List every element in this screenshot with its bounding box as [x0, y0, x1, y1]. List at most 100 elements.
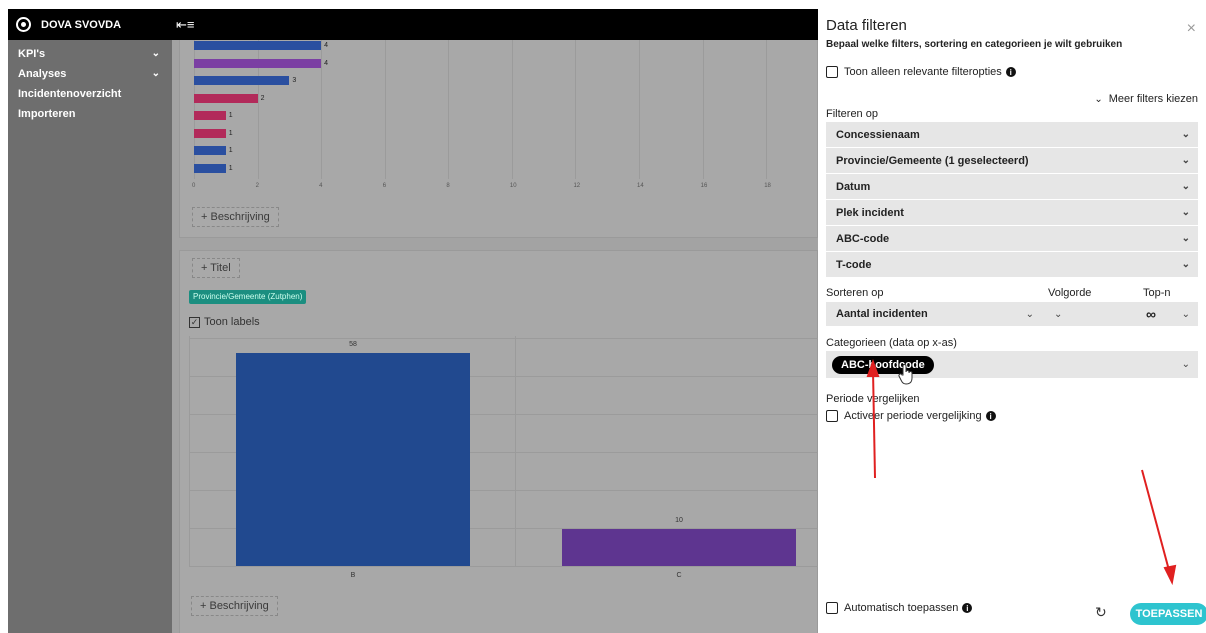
x-tick-label: 0 — [192, 183, 196, 189]
filter-label: Datum — [836, 180, 871, 193]
grid-line — [189, 566, 818, 567]
info-icon[interactable]: i — [985, 411, 996, 421]
filter-datum[interactable]: Datum ⌄ — [826, 174, 1198, 199]
sort-by-select[interactable]: Aantal incidenten ⌄ — [826, 302, 1042, 326]
filter-concessienaam[interactable]: Concessienaam ⌄ — [826, 122, 1198, 147]
show-labels-checkbox[interactable]: ✓ Toon labels — [189, 316, 260, 328]
chevron-down-icon: ⌄ — [1181, 129, 1190, 140]
filter-label: T-code — [836, 258, 872, 271]
bar[interactable] — [194, 128, 226, 138]
brand-name: DOVA SVOVDA — [41, 18, 122, 31]
chevron-down-icon: ⌄ — [1181, 359, 1190, 370]
more-filters-label: Meer filters kiezen — [1108, 93, 1198, 105]
data-label: 2 — [260, 94, 265, 102]
filter-provincie-gemeente[interactable]: Provincie/Gemeente (1 geselecteerd) ⌄ — [826, 148, 1198, 173]
bar[interactable] — [236, 352, 470, 566]
relevant-only-label: Toon alleen relevante filteropties — [844, 66, 1002, 78]
activate-compare-checkbox[interactable]: Activeer periode vergelijking i — [826, 410, 996, 422]
chevron-down-icon: ⌄ — [1181, 207, 1190, 218]
info-icon[interactable]: i — [1005, 67, 1016, 77]
category-pill[interactable]: ABC-hoofdcode — [832, 355, 934, 374]
filter-label: ABC-code — [836, 232, 890, 245]
checkbox-box[interactable] — [826, 602, 838, 614]
more-filters-button[interactable]: ⌄ Meer filters kiezen — [1094, 93, 1198, 105]
chevron-down-icon: ⌄ — [1181, 259, 1190, 270]
x-tick-label: 6 — [382, 183, 387, 189]
categories-label: Categorieen (data op x-as) — [826, 337, 957, 349]
grid-line — [515, 336, 516, 566]
grid-line — [189, 338, 818, 339]
x-tick-label: 18 — [764, 183, 771, 189]
topn-value: ∞ — [1146, 306, 1156, 322]
grid-line — [448, 40, 450, 179]
order-select[interactable]: ⌄ — [1042, 302, 1142, 326]
x-tick-label: B — [350, 572, 356, 579]
filter-list: Concessienaam ⌄ Provincie/Gemeente (1 ge… — [826, 122, 1198, 278]
filter-by-label: Filteren op — [826, 108, 878, 120]
sort-by-label: Sorteren op — [826, 287, 884, 299]
grid-line — [575, 40, 577, 179]
data-label: 3 — [292, 77, 297, 84]
data-label: 10 — [675, 517, 683, 525]
x-tick-label: 2 — [255, 183, 259, 189]
sidebar-item-importeren[interactable]: Importeren — [8, 104, 172, 123]
grid-line — [321, 40, 323, 179]
auto-apply-checkbox[interactable]: Automatisch toepassen i — [826, 602, 973, 614]
chevron-down-icon: ⌄ — [1054, 308, 1063, 320]
chevron-down-icon: ⌄ — [1181, 181, 1190, 192]
sidebar-item-label: Analyses — [18, 67, 67, 80]
close-icon[interactable]: × — [1187, 20, 1196, 38]
bar[interactable] — [194, 111, 226, 120]
data-label: 4 — [324, 42, 329, 49]
checkbox-box[interactable] — [826, 410, 838, 422]
data-label: 1 — [228, 164, 233, 172]
x-tick-label: 8 — [446, 183, 450, 189]
chevron-down-icon: ⌄ — [151, 68, 160, 79]
apply-button[interactable]: TOEPASSEN — [1130, 603, 1206, 625]
bar[interactable] — [194, 146, 226, 155]
sort-value: Aantal incidenten — [836, 308, 928, 320]
filter-label: Plek incident — [836, 206, 904, 219]
filter-abc-code[interactable]: ABC-code ⌄ — [826, 226, 1198, 251]
chart-card-horizontal: 0 2 4 6 8 10 12 14 16 18 4 4 3 2 1 1 1 1 + Beschrijving — [179, 40, 818, 238]
checkbox-checked-icon: ✓ — [189, 316, 200, 328]
filter-label: Provincie/Gemeente (1 geselecteerd) — [836, 154, 1029, 167]
filter-plek-incident[interactable]: Plek incident ⌄ — [826, 200, 1198, 225]
bar[interactable] — [194, 41, 322, 50]
info-icon[interactable]: i — [962, 603, 973, 613]
bar[interactable] — [194, 76, 290, 85]
sidebar-item-incidentenoverzicht[interactable]: Incidentenoverzicht — [8, 84, 172, 103]
sidebar-item-kpis[interactable]: KPI's ⌄ — [8, 44, 172, 63]
bar[interactable] — [194, 163, 226, 173]
bar[interactable] — [194, 93, 258, 103]
data-label: 58 — [349, 340, 357, 348]
refresh-icon[interactable]: ↻ — [1095, 604, 1107, 621]
topn-label: Top-n — [1143, 287, 1171, 299]
bar[interactable] — [194, 58, 322, 68]
filter-tag[interactable]: Provincie/Gemeente (Zutphen) — [189, 290, 307, 304]
main-content: 0 2 4 6 8 10 12 14 16 18 4 4 3 2 1 1 1 1 + Beschrijving +… — [172, 40, 818, 633]
chevron-down-icon: ⌄ — [1181, 155, 1190, 166]
bar[interactable] — [562, 529, 796, 566]
data-label: 1 — [228, 112, 233, 119]
logo-icon — [16, 17, 31, 32]
add-description-button[interactable]: + Beschrijving — [192, 207, 279, 227]
panel-title: Data filteren — [826, 17, 907, 34]
relevant-only-checkbox[interactable]: Toon alleen relevante filteropties i — [826, 66, 1016, 78]
button-label: + Titel — [201, 262, 231, 274]
collapse-menu-icon[interactable]: ⇤≡ — [176, 17, 194, 33]
topn-select[interactable]: ∞ ⌄ — [1142, 302, 1198, 326]
grid-line — [511, 40, 513, 179]
filter-panel: Data filteren Bepaal welke filters, sort… — [818, 0, 1206, 633]
checkbox-box[interactable] — [826, 66, 838, 78]
panel-subtitle: Bepaal welke filters, sortering en categ… — [826, 39, 1123, 50]
add-description-button-2[interactable]: + Beschrijving — [191, 596, 278, 616]
brand[interactable]: DOVA SVOVDA — [16, 9, 121, 40]
sidebar-item-analyses[interactable]: Analyses ⌄ — [8, 64, 172, 83]
add-title-button[interactable]: + Titel — [192, 258, 240, 278]
button-label: + Beschrijving — [200, 600, 269, 612]
filter-t-code[interactable]: T-code ⌄ — [826, 252, 1198, 277]
chevron-down-icon: ⌄ — [151, 48, 160, 59]
categories-select[interactable]: ABC-hoofdcode ⌄ — [826, 351, 1198, 378]
x-tick-label: 12 — [573, 183, 581, 189]
